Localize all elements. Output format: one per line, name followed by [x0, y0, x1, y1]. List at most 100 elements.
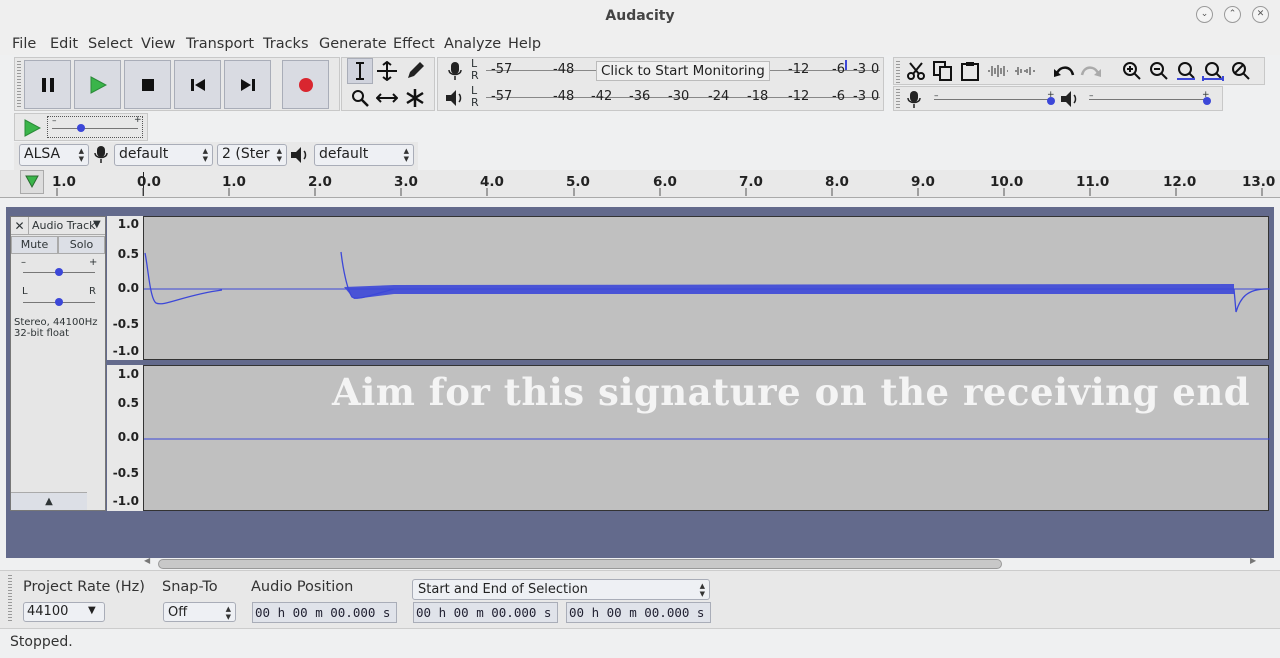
skip-end-icon	[240, 78, 255, 91]
selection-start-value: 00 h 00 m 00.000 s	[416, 605, 552, 620]
project-rate-input[interactable]: 44100 ▼	[23, 602, 105, 622]
spin-arrows-icon: ▲ ▼	[403, 147, 409, 163]
menu-effect[interactable]: Effect	[393, 36, 435, 52]
speaker-icon	[1061, 91, 1077, 107]
gain-slider-thumb[interactable]	[55, 268, 63, 276]
playback-meter[interactable]: -57 -48 -42 -36 -30 -24 -18 -12 -6 -3 0	[486, 87, 880, 109]
collapse-track-button[interactable]: ▲	[11, 492, 87, 510]
menu-select[interactable]: Select	[88, 36, 133, 52]
pause-button[interactable]	[24, 60, 71, 109]
undo-button[interactable]	[1051, 58, 1077, 84]
vertical-ruler-right: 1.0 0.5 0.0 -0.5 -1.0	[107, 365, 143, 511]
trim-button[interactable]	[985, 58, 1011, 84]
speed-slider[interactable]: – +	[47, 115, 143, 138]
pencil-icon	[408, 62, 424, 78]
toolbar-grip[interactable]	[896, 61, 900, 83]
menu-transport[interactable]: Transport	[186, 36, 254, 52]
selection-tool[interactable]	[347, 58, 373, 84]
play-button[interactable]	[74, 60, 121, 109]
skip-start-icon	[190, 78, 205, 91]
menu-edit[interactable]: Edit	[50, 36, 78, 52]
playback-device-select[interactable]: default ▲ ▼	[314, 144, 414, 166]
copy-button[interactable]	[930, 58, 956, 84]
menu-view[interactable]: View	[141, 36, 175, 52]
fit-project-button[interactable]	[1200, 58, 1226, 84]
mute-button[interactable]: Mute	[11, 236, 58, 254]
horizontal-scrollbar[interactable]: ◀ ▶	[144, 556, 1262, 570]
recording-device-select[interactable]: default ▲ ▼	[114, 144, 213, 166]
menu-help[interactable]: Help	[508, 36, 541, 52]
selection-start-time[interactable]: 00 h 00 m 00.000 s	[413, 602, 558, 623]
spin-arrows-icon: ▲ ▼	[276, 147, 282, 163]
snap-to-select[interactable]: Off ▲ ▼	[163, 602, 236, 622]
record-meter-button[interactable]	[442, 58, 468, 84]
recording-volume-slider[interactable]	[934, 99, 1054, 100]
speed-slider-thumb[interactable]	[77, 124, 85, 132]
audio-position-value: 00 h 00 m 00.000 s	[255, 605, 391, 620]
cut-button[interactable]	[903, 58, 929, 84]
vruler-label: 1.0	[117, 217, 139, 231]
close-track-button[interactable]: ✕	[11, 217, 29, 235]
minimize-button[interactable]: ⌄	[1196, 6, 1213, 23]
gain-minus-label: –	[21, 257, 26, 268]
zoom-toggle-button[interactable]	[1228, 58, 1254, 84]
time-shift-tool[interactable]	[374, 85, 400, 111]
record-meter-tick: 0	[871, 62, 880, 77]
toolbar-grip[interactable]	[17, 61, 21, 107]
chevron-down-icon[interactable]: ▼	[88, 605, 96, 616]
toolbar-grip[interactable]	[896, 89, 900, 109]
stop-button[interactable]	[124, 60, 171, 109]
waveform-channel-left[interactable]	[143, 216, 1271, 360]
playback-volume-thumb[interactable]	[1203, 97, 1211, 105]
menu-generate[interactable]: Generate	[319, 36, 387, 52]
scroll-left-icon[interactable]: ◀	[144, 556, 150, 565]
track-format-info: Stereo, 44100Hz 32-bit float	[14, 317, 98, 339]
meter-toolbar: LR -57 -48 3 -12 -6 -3 0 Click to Start …	[437, 57, 884, 111]
fit-selection-button[interactable]	[1173, 58, 1199, 84]
recording-channels-select[interactable]: 2 (Ster ▲ ▼	[217, 144, 287, 166]
stop-icon	[141, 78, 154, 91]
scrollbar-thumb[interactable]	[158, 559, 1002, 569]
toolbar-grip[interactable]	[8, 575, 12, 623]
close-button[interactable]: ✕	[1252, 6, 1269, 23]
skip-to-start-button[interactable]	[174, 60, 221, 109]
zoom-in-button[interactable]	[1119, 58, 1145, 84]
menu-tracks[interactable]: Tracks	[263, 36, 309, 52]
zoom-out-button[interactable]	[1146, 58, 1172, 84]
status-text: Stopped.	[10, 634, 73, 650]
audio-host-select[interactable]: ALSA ▲ ▼	[19, 144, 89, 166]
draw-tool[interactable]	[402, 58, 428, 84]
playback-meter-button[interactable]	[442, 85, 468, 111]
zoom-out-icon	[1150, 62, 1168, 80]
record-button[interactable]	[282, 60, 329, 109]
menu-analyze[interactable]: Analyze	[444, 36, 501, 52]
audio-position-time[interactable]: 00 h 00 m 00.000 s	[252, 602, 397, 623]
paste-button[interactable]	[957, 58, 983, 84]
solo-button[interactable]: Solo	[58, 236, 105, 254]
selection-end-time[interactable]: 00 h 00 m 00.000 s	[566, 602, 711, 623]
menu-file[interactable]: File	[12, 36, 36, 52]
multi-tool[interactable]	[402, 85, 428, 111]
selection-mode-select[interactable]: Start and End of Selection ▲ ▼	[412, 579, 710, 600]
silence-button[interactable]	[1012, 58, 1038, 84]
zoom-tool[interactable]	[347, 85, 373, 111]
record-meter[interactable]: -57 -48 3 -12 -6 -3 0 Click to Start Mon…	[486, 60, 880, 82]
mute-label: Mute	[20, 238, 49, 251]
track-menu-button[interactable]: Audio Track ▼	[29, 217, 105, 235]
timeline-ruler[interactable]: 1.0 0.0 1.0 2.0 3.0 4.0 5.0 6.0 7.0 8.0 …	[0, 170, 1280, 198]
pan-slider-thumb[interactable]	[55, 298, 63, 306]
record-meter-tick: -3	[853, 62, 866, 77]
playback-meter-tick: -6	[832, 89, 845, 104]
playback-volume-slider[interactable]	[1089, 99, 1209, 100]
recording-volume-thumb[interactable]	[1047, 97, 1055, 105]
copy-icon	[933, 61, 952, 81]
magnifier-icon	[352, 90, 369, 107]
redo-button[interactable]	[1078, 58, 1104, 84]
vruler-label: -0.5	[112, 317, 139, 331]
play-at-speed-icon[interactable]	[23, 119, 41, 137]
ruler-ticks	[56, 188, 1263, 196]
envelope-tool[interactable]	[374, 58, 400, 84]
maximize-button[interactable]: ⌃	[1224, 6, 1241, 23]
scroll-right-icon[interactable]: ▶	[1250, 556, 1256, 565]
skip-to-end-button[interactable]	[224, 60, 271, 109]
